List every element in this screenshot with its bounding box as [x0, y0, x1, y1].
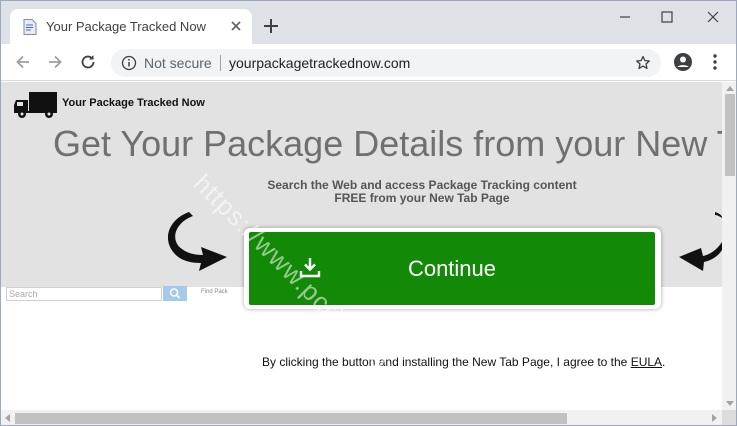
more-vert-icon[interactable] — [705, 52, 725, 72]
browser-window: Your Package Tracked Now Not secure your… — [0, 0, 737, 426]
info-icon[interactable] — [121, 55, 137, 71]
address-bar[interactable]: Not secure yourpackagetrackednow.com — [111, 49, 661, 77]
scroll-left-icon[interactable] — [5, 414, 10, 422]
maximize-icon[interactable] — [657, 7, 677, 27]
search-input[interactable]: Search — [6, 287, 162, 301]
plus-icon[interactable] — [261, 16, 281, 36]
tab-bar: Your Package Tracked Now — [1, 1, 736, 44]
browser-toolbar: Not secure yourpackagetrackednow.com — [1, 44, 736, 81]
vertical-scroll-thumb[interactable] — [725, 94, 735, 176]
scrollbar-corner — [722, 410, 736, 425]
omnibox-divider — [220, 55, 221, 71]
search-button[interactable] — [163, 286, 187, 301]
horizontal-scroll-thumb[interactable] — [15, 413, 567, 424]
page-headline: Get Your Package Details from your New T — [53, 123, 722, 164]
back-arrow-icon[interactable] — [13, 52, 33, 72]
url-text[interactable]: yourpackagetrackednow.com — [229, 55, 410, 71]
close-icon[interactable] — [703, 7, 723, 27]
agreement-text: By clicking the button and installing th… — [262, 355, 665, 369]
find-package-text: Find Pack — [201, 289, 228, 295]
search-placeholder: Search — [9, 289, 38, 299]
close-icon[interactable] — [228, 18, 244, 34]
search-icon — [169, 288, 181, 299]
forward-arrow-icon[interactable] — [45, 52, 65, 72]
scroll-down-icon[interactable] — [726, 401, 734, 406]
eula-link[interactable]: EULA — [631, 355, 662, 369]
star-icon[interactable] — [635, 55, 651, 71]
horizontal-scrollbar[interactable] — [1, 410, 722, 425]
logo-text: Your Package Tracked Now — [62, 97, 205, 109]
reload-icon[interactable] — [78, 52, 98, 72]
scroll-up-icon[interactable] — [726, 86, 734, 91]
page-content: Your Package Tracked Now Get Your Packag… — [1, 82, 722, 410]
agreement-prefix: By clicking the button and installing th… — [262, 355, 631, 369]
page-icon — [23, 19, 37, 35]
browser-tab[interactable]: Your Package Tracked Now — [10, 9, 252, 44]
truck-icon — [14, 92, 57, 118]
curved-arrow-icon — [679, 212, 722, 271]
vertical-scrollbar[interactable] — [722, 82, 736, 410]
agreement-suffix: . — [662, 355, 666, 369]
account-icon[interactable] — [673, 52, 693, 72]
scroll-right-icon[interactable] — [712, 414, 717, 422]
minimize-icon[interactable] — [615, 7, 635, 27]
page-subheading: Search the Web and access Package Tracki… — [267, 178, 577, 205]
security-label[interactable]: Not secure — [144, 55, 212, 71]
tab-title: Your Package Tracked Now — [46, 19, 206, 34]
